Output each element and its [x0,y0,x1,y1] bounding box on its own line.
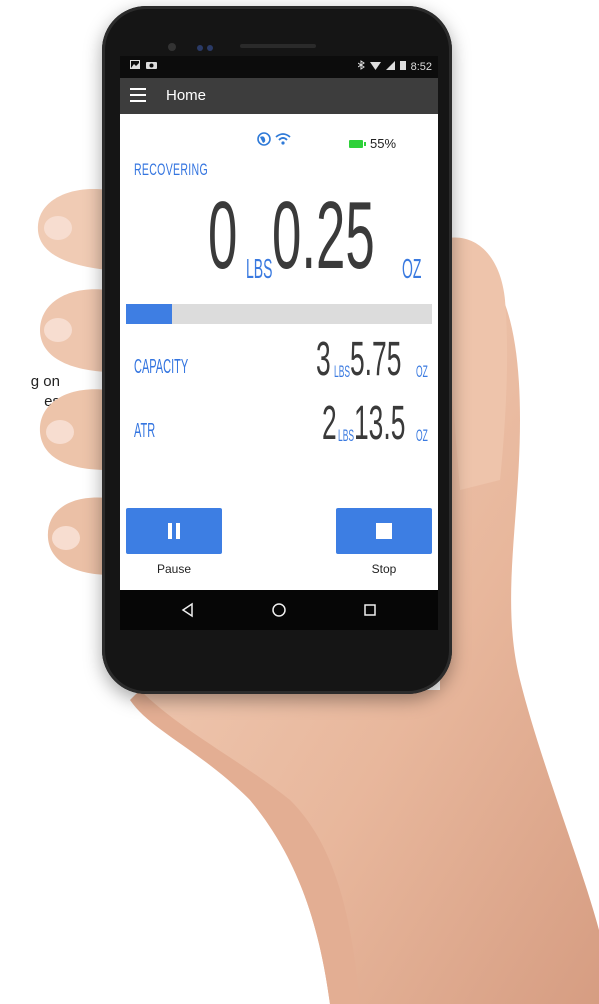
capacity-oz-unit: OZ [416,362,428,381]
capacity-lbs-value: 3 [316,333,331,386]
battery-percent: 55% [370,136,397,151]
current-reading: 0 LBS 0.25 OZ [208,186,438,286]
status-right-icons: 8:52 [357,60,432,73]
atr-oz-value: 13.5 [354,397,406,450]
stop-icon [376,523,392,539]
pause-icon [168,523,180,539]
atr-lbs-value: 2 [322,397,337,450]
bluetooth-icon [357,60,365,73]
stop-button[interactable] [336,508,432,554]
capacity-label: CAPACITY [134,356,189,378]
signal-icon [385,60,395,73]
phone-speaker-camera [168,43,316,51]
atr-value: 2 LBS 13.5 OZ [322,398,438,458]
stop-label: Stop [371,562,397,576]
atr-lbs-unit: LBS [338,426,355,445]
image-icon [130,60,140,72]
wifi-icon [275,132,291,151]
back-icon[interactable] [178,600,198,620]
status-time: 8:52 [410,60,432,73]
reading-lbs-value: 0 [208,182,238,289]
reading-oz-value: 0.25 [272,182,375,289]
globe-icon [257,132,271,151]
progress-bar [126,304,432,324]
capacity-oz-value: 5.75 [350,333,402,386]
recents-icon[interactable] [360,600,380,620]
battery-icon [399,60,406,73]
capacity-value: 3 LBS 5.75 OZ [316,334,436,394]
atr-oz-unit: OZ [416,426,428,445]
home-icon[interactable] [269,600,289,620]
progress-fill [126,304,172,324]
app-bar: Home [120,78,438,114]
connection-status [257,132,291,151]
app-title: Home [166,87,207,104]
hamburger-menu-icon[interactable] [130,88,146,102]
wifi-icon [369,61,381,73]
reading-lbs-unit: LBS [246,253,273,284]
device-battery: 55% [349,136,396,151]
state-label: RECOVERING [134,160,208,179]
pause-button[interactable] [126,508,222,554]
pause-label: Pause [156,562,192,576]
camera-icon [146,60,157,72]
atr-label: ATR [134,420,156,442]
app-screen: 8:52 Home 55% RECOVERING 0 LBS 0.25 OZ C… [120,56,438,630]
capacity-lbs-unit: LBS [334,362,351,381]
system-nav-bar [120,590,438,630]
status-left-icons [130,60,157,72]
reading-oz-unit: OZ [402,253,422,284]
status-bar: 8:52 [120,56,438,78]
battery-level-icon [349,139,366,148]
